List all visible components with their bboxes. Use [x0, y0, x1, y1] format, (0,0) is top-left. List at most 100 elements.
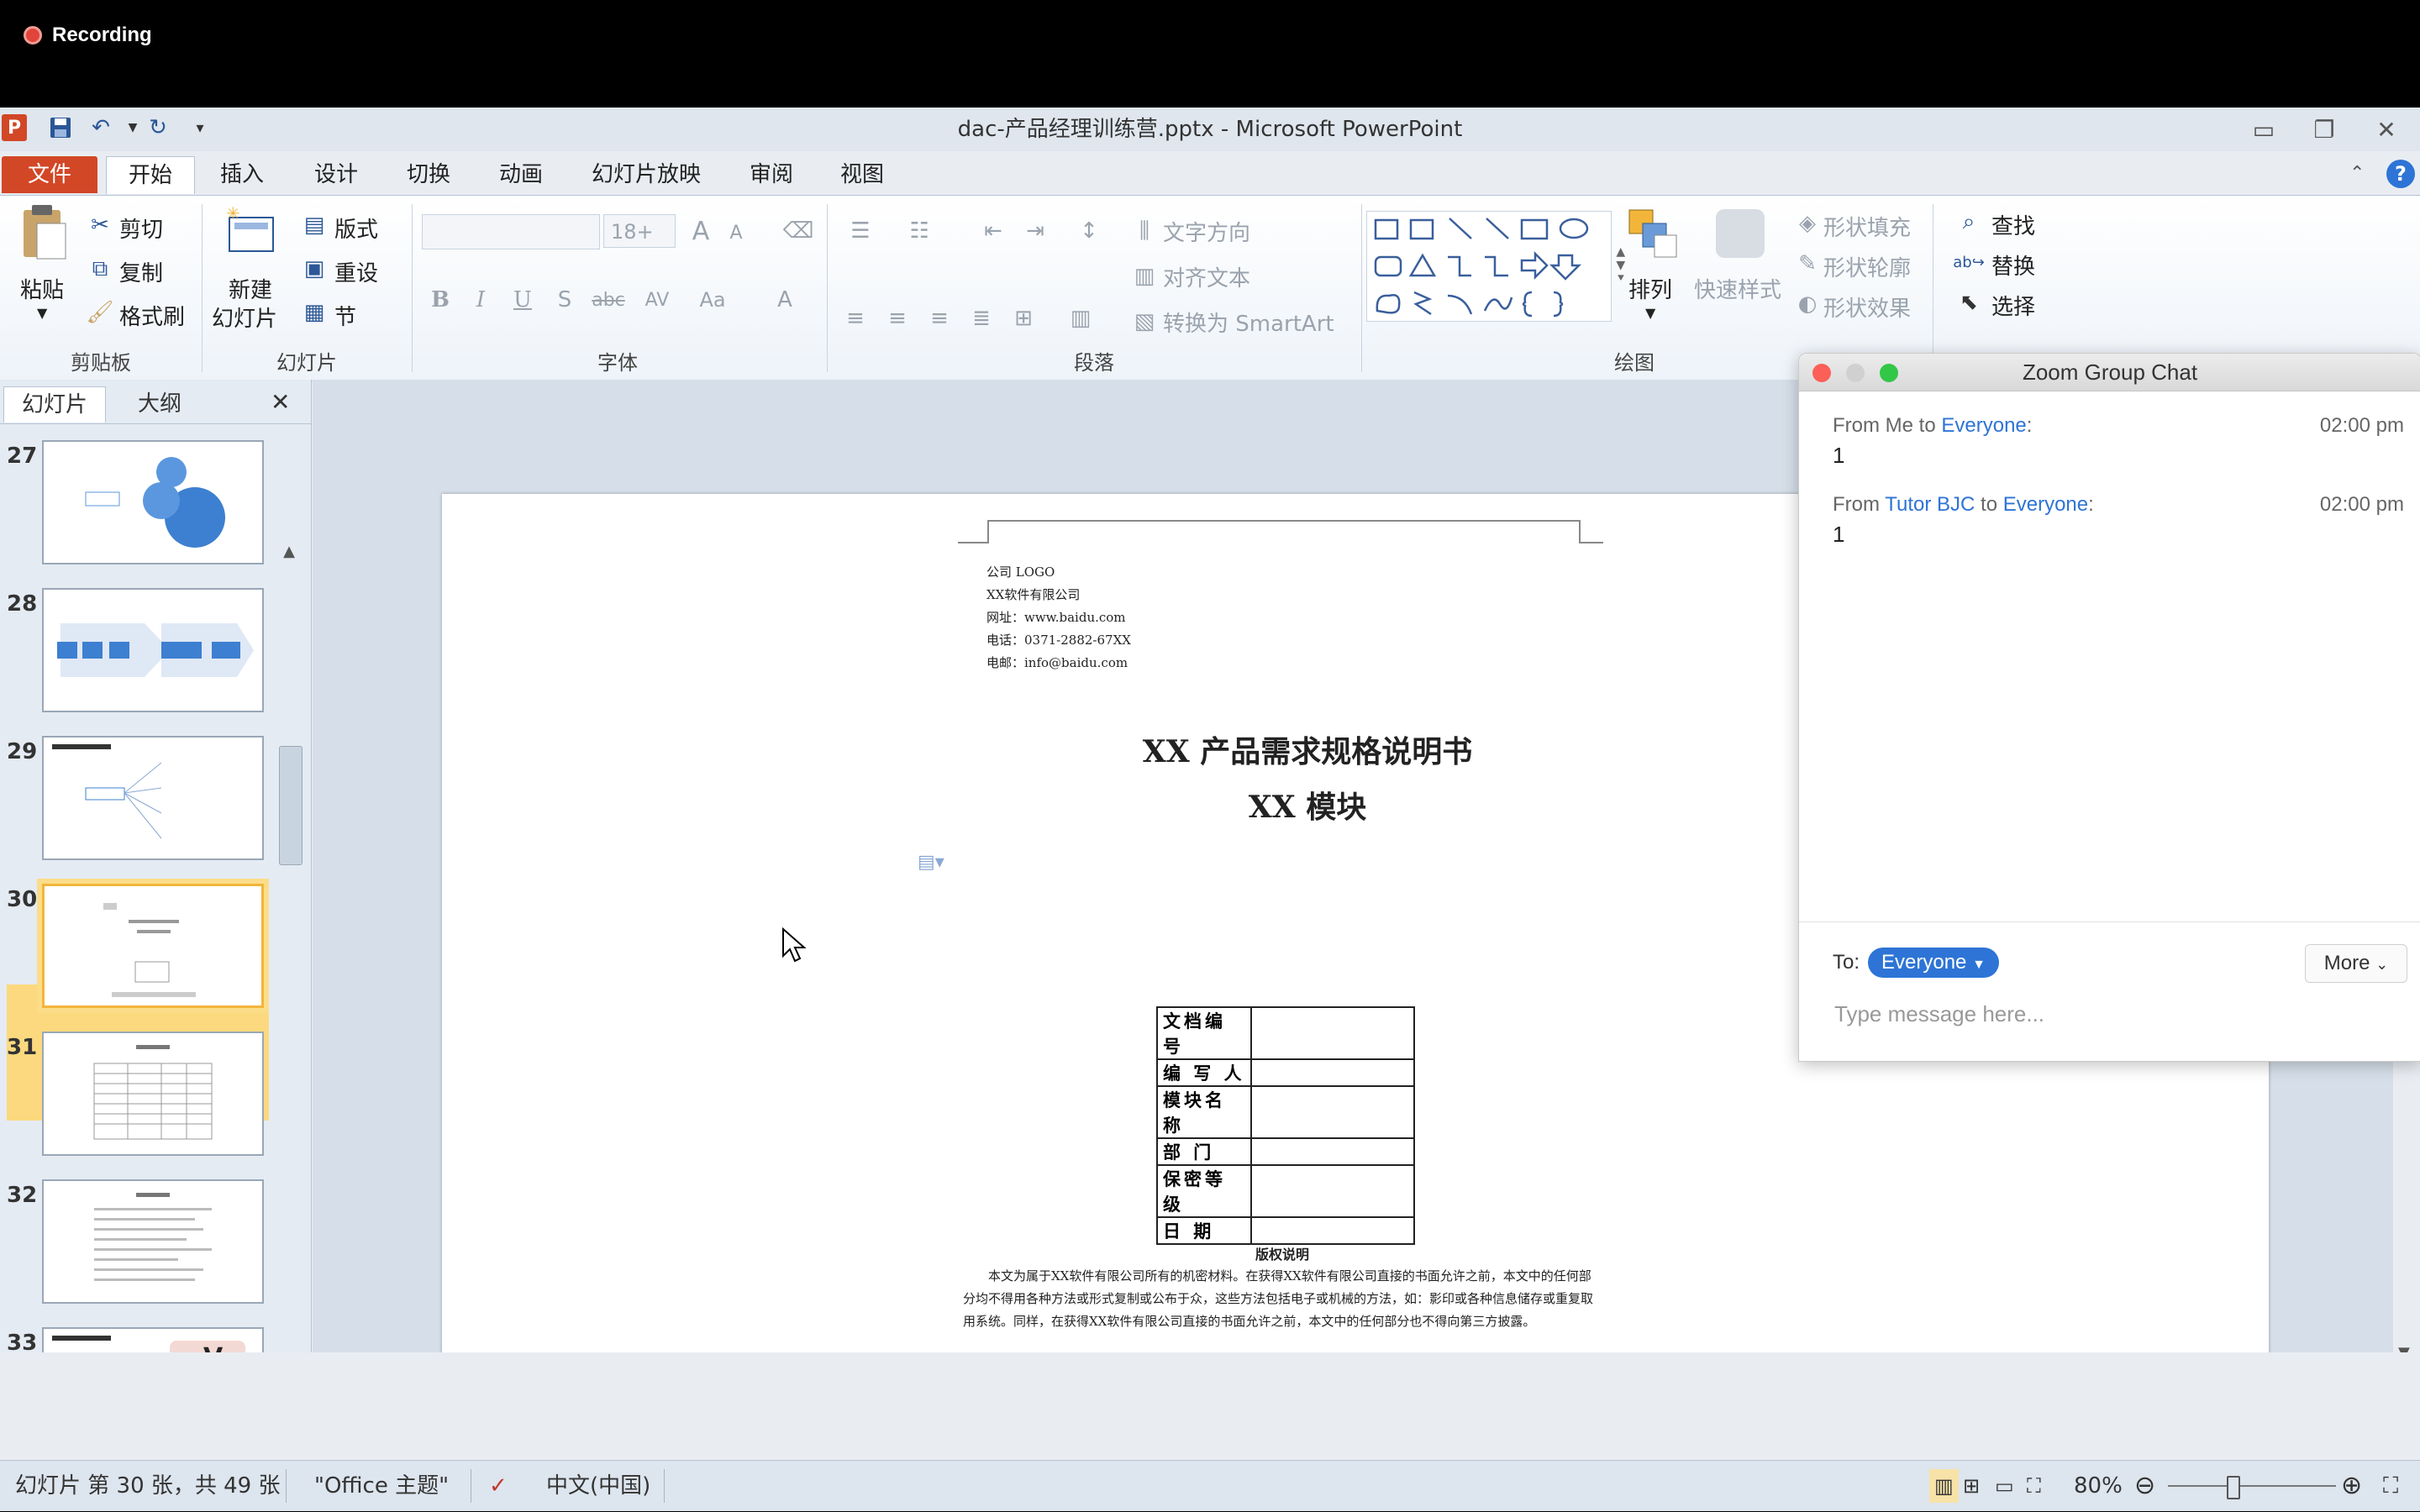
arrange-icon[interactable]	[1623, 204, 1682, 263]
slide-thumbnail-27[interactable]	[42, 440, 264, 564]
italic-icon[interactable]: I	[467, 285, 494, 315]
undo-dropdown-icon[interactable]: ▼	[119, 114, 146, 141]
table-value[interactable]	[1250, 1216, 1415, 1245]
section-button[interactable]: 节	[334, 300, 356, 331]
undo-icon[interactable]: ↶	[87, 114, 114, 141]
shrink-font-icon[interactable]: A	[724, 219, 748, 246]
font-size-select[interactable]: 18+	[603, 214, 676, 248]
table-value[interactable]	[1250, 1058, 1415, 1087]
replace-icon[interactable]: ab↪	[1953, 248, 1985, 276]
arrange-button[interactable]: 排列	[1628, 273, 1672, 304]
align-text-button[interactable]: 对齐文本	[1163, 261, 1250, 292]
tab-insert[interactable]: 插入	[205, 156, 279, 193]
section-icon[interactable]: ▦	[301, 300, 328, 325]
copy-button[interactable]: 复制	[119, 256, 163, 287]
font-color-icon[interactable]: A	[763, 285, 807, 315]
zoom-in-icon[interactable]: ⊕	[2341, 1461, 2362, 1511]
recipient-name[interactable]: Everyone	[2003, 493, 2088, 516]
language[interactable]: 中文(中国)	[546, 1461, 650, 1511]
tab-file[interactable]: 文件	[2, 156, 97, 193]
find-icon[interactable]: ⌕	[1954, 207, 1983, 236]
bullets-icon[interactable]: ☰	[840, 214, 881, 248]
numbering-icon[interactable]: ☷	[899, 214, 939, 248]
tab-design[interactable]: 设计	[299, 156, 373, 193]
new-slide-icon[interactable]: ✳	[220, 204, 279, 258]
tab-slides[interactable]: 幻灯片	[3, 386, 106, 423]
slide-thumbnail-28[interactable]	[42, 588, 264, 712]
sender-name[interactable]: Tutor BJC	[1885, 493, 1975, 516]
slide-thumbnail-30[interactable]	[42, 884, 264, 1008]
align-left-icon[interactable]: ≡	[840, 302, 871, 335]
shape-effects-button[interactable]: 形状效果	[1823, 291, 1911, 323]
collapse-ribbon-icon[interactable]: ⌃	[2349, 163, 2365, 184]
text-direction-button[interactable]: 文字方向	[1163, 216, 1250, 247]
change-case-icon[interactable]: Aa	[691, 285, 734, 315]
increase-indent-icon[interactable]: ⇥	[1018, 214, 1052, 248]
zoom-slider-thumb[interactable]	[2227, 1476, 2240, 1499]
table-value[interactable]	[1250, 1085, 1415, 1139]
grow-font-icon[interactable]: A	[686, 216, 716, 246]
slide-thumbnail-29[interactable]	[42, 736, 264, 860]
bold-icon[interactable]: B	[427, 285, 454, 315]
tab-view[interactable]: 视图	[825, 156, 899, 193]
cut-button[interactable]: 剪切	[119, 213, 163, 244]
paste-label[interactable]: 粘贴	[20, 273, 64, 304]
find-button[interactable]: 查找	[1991, 209, 2035, 240]
slide-thumbnail-31[interactable]	[42, 1032, 264, 1156]
underline-icon[interactable]: U	[509, 285, 536, 315]
align-center-icon[interactable]: ≡	[882, 302, 913, 335]
fit-to-window-icon[interactable]: ⛶	[2383, 1461, 2398, 1511]
new-slide-label-2[interactable]: 幻灯片	[212, 302, 277, 333]
paste-options-icon[interactable]: ▤▾	[918, 852, 944, 873]
align-right-icon[interactable]: ≡	[924, 302, 955, 335]
new-slide-label-1[interactable]: 新建	[229, 273, 272, 304]
tab-animations[interactable]: 动画	[484, 156, 558, 193]
theme-name[interactable]: "Office 主题"	[314, 1461, 449, 1511]
quick-styles-button[interactable]: 快速样式	[1694, 273, 1781, 304]
font-name-select[interactable]	[422, 214, 600, 249]
text-direction-icon[interactable]: ⫼	[1129, 214, 1160, 248]
select-icon[interactable]: ⬉	[1954, 288, 1983, 317]
line-spacing-icon[interactable]: ↕	[1069, 214, 1109, 248]
reset-button[interactable]: 重设	[334, 256, 378, 287]
columns-icon[interactable]: ▥	[1060, 302, 1101, 335]
char-spacing-icon[interactable]: AV	[637, 285, 677, 315]
shapes-gallery[interactable]	[1366, 211, 1612, 322]
quick-styles-icon[interactable]	[1711, 204, 1770, 263]
tab-review[interactable]: 审阅	[734, 156, 808, 193]
chat-message-input[interactable]	[1833, 995, 2391, 1033]
layout-button[interactable]: 版式	[334, 213, 378, 244]
table-value[interactable]	[1250, 1164, 1415, 1218]
table-value[interactable]	[1250, 1137, 1415, 1166]
strikethrough-icon[interactable]: abc	[592, 285, 625, 315]
distributed-icon[interactable]: ⊞	[1008, 302, 1039, 335]
shape-fill-icon[interactable]: ◈	[1793, 209, 1822, 238]
zoom-slider-track[interactable]	[2168, 1485, 2336, 1487]
recipient-select[interactable]: Everyone ▼	[1868, 948, 1999, 978]
cut-icon[interactable]: ✂	[87, 213, 113, 238]
normal-view-icon[interactable]: ▥	[1929, 1469, 1959, 1503]
reset-icon[interactable]: ▣	[301, 256, 328, 281]
zoom-out-icon[interactable]: ⊖	[2134, 1461, 2155, 1511]
minimize-icon[interactable]: ▭	[2238, 113, 2289, 146]
convert-smartart-button[interactable]: 转换为 SmartArt	[1163, 307, 1334, 338]
reading-view-icon[interactable]: ▭	[1995, 1461, 2014, 1511]
replace-button[interactable]: 替换	[1991, 249, 2035, 281]
paste-icon[interactable]	[17, 202, 71, 261]
smartart-icon[interactable]: ▧	[1129, 305, 1160, 339]
decrease-indent-icon[interactable]: ⇤	[976, 214, 1010, 248]
save-icon[interactable]	[47, 114, 74, 141]
tab-home[interactable]: 开始	[106, 156, 195, 194]
slide-thumbnail-32[interactable]	[42, 1179, 264, 1304]
slide-sorter-icon[interactable]: ⊞	[1963, 1461, 1980, 1511]
shape-outline-button[interactable]: 形状轮廓	[1823, 251, 1911, 282]
align-text-icon[interactable]: ▥	[1129, 260, 1160, 293]
paste-dropdown-icon[interactable]: ▼	[37, 305, 47, 321]
scroll-up-icon[interactable]: ▲	[277, 543, 301, 563]
table-value[interactable]	[1250, 1006, 1415, 1060]
close-icon[interactable]: ✕	[2361, 113, 2412, 146]
tab-outline[interactable]: 大纲	[109, 386, 210, 422]
format-painter-button[interactable]: 格式刷	[119, 300, 185, 331]
shape-fill-button[interactable]: 形状填充	[1823, 211, 1911, 242]
select-button[interactable]: 选择	[1991, 290, 2035, 321]
